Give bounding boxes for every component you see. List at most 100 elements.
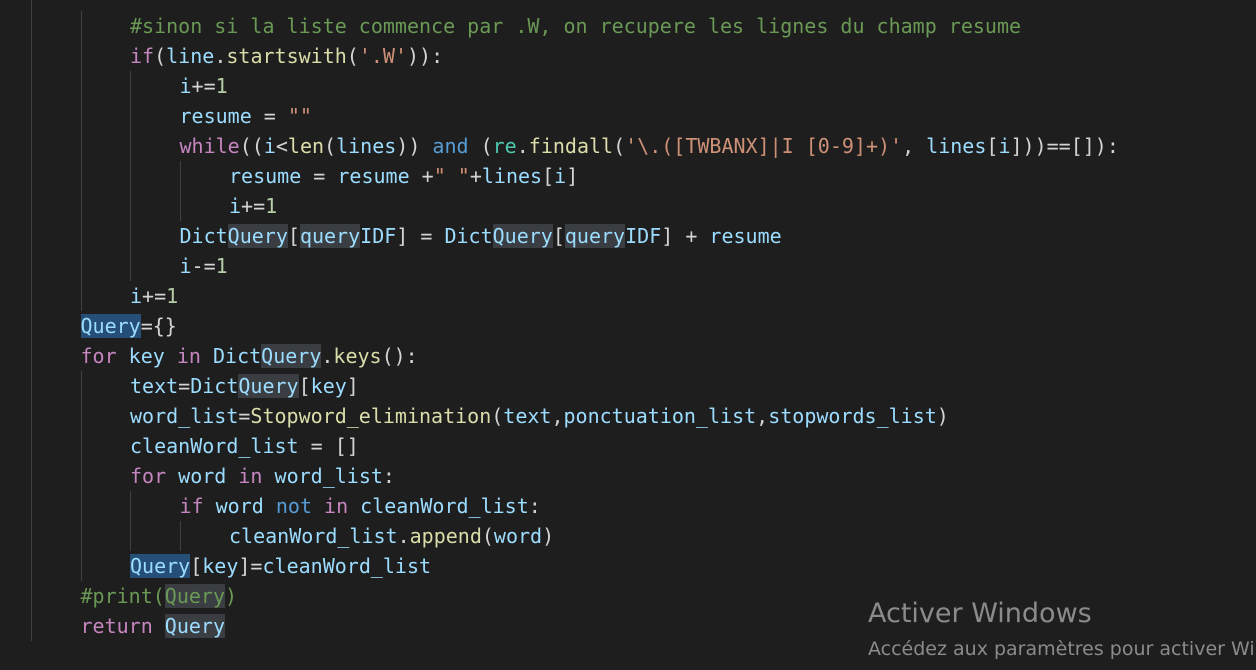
code-token: len xyxy=(287,134,325,158)
code-token: IDF xyxy=(625,224,662,248)
code-editor[interactable]: #sinon si la liste commence par .W, on r… xyxy=(0,0,1256,670)
code-token: ) xyxy=(936,404,949,428)
code-token: for xyxy=(130,464,167,488)
code-token: 1 xyxy=(215,74,228,98)
code-token: = xyxy=(178,374,191,398)
code-token: Stopword_elimination xyxy=(250,404,492,428)
code-token: '\.([TWBANX]|I [0-9]+)' xyxy=(625,134,903,158)
code-token: keys xyxy=(333,344,382,368)
indent-guide xyxy=(130,71,131,281)
code-token: = [] xyxy=(298,434,359,458)
code-line[interactable]: Query[key]=cleanWord_list xyxy=(130,551,431,581)
code-token: Query xyxy=(80,314,141,338)
code-token: query xyxy=(564,224,626,248)
code-token: ) xyxy=(542,524,555,548)
code-token: Dict xyxy=(190,374,239,398)
code-token: findall xyxy=(528,134,614,158)
code-line[interactable]: for key in DictQuery.keys(): xyxy=(81,341,418,371)
code-token: ] + xyxy=(661,224,710,248)
code-token: resume xyxy=(337,164,410,188)
code-token: Dict xyxy=(444,224,493,248)
code-line[interactable]: cleanWord_list.append(word) xyxy=(229,521,554,551)
code-token: query xyxy=(299,224,361,248)
code-token: ( xyxy=(154,44,167,68)
code-token: += xyxy=(241,194,266,218)
code-token: ]= xyxy=(238,554,263,578)
code-token: ] = xyxy=(396,224,445,248)
code-token: resume xyxy=(179,104,252,128)
code-token: word xyxy=(178,464,227,488)
code-token: ( xyxy=(468,134,493,158)
code-token: : xyxy=(382,464,395,488)
code-line[interactable]: i+=1 xyxy=(180,71,228,101)
code-token: ] xyxy=(346,374,359,398)
code-line[interactable]: DictQuery[queryIDF] = DictQuery[queryIDF… xyxy=(180,221,782,251)
code-token: . xyxy=(516,134,529,158)
code-token: if xyxy=(179,494,204,518)
code-token: )) xyxy=(396,134,433,158)
code-token: ( xyxy=(346,44,359,68)
code-token: word_list xyxy=(274,464,383,488)
code-token: append xyxy=(409,524,482,548)
code-line[interactable]: return Query xyxy=(81,611,226,641)
code-line[interactable]: cleanWord_list = [] xyxy=(130,431,359,461)
code-line[interactable]: if word not in cleanWord_list: xyxy=(180,491,541,521)
code-token: i xyxy=(229,194,242,218)
code-token: " " xyxy=(433,164,470,188)
code-token: Query xyxy=(227,224,288,248)
code-token: Dict xyxy=(212,344,262,368)
code-token: i xyxy=(554,164,567,188)
code-token: 1 xyxy=(215,254,228,278)
indent-guide xyxy=(80,371,82,581)
windows-activation-watermark: Activer Windows Accédez aux paramètres p… xyxy=(868,596,1256,664)
code-line[interactable]: resume = resume +" "+lines[i] xyxy=(229,161,578,191)
code-token: in xyxy=(324,494,349,518)
code-line[interactable]: resume = "" xyxy=(180,101,312,131)
code-token: ) xyxy=(225,584,238,608)
code-token: , xyxy=(756,404,769,428)
code-line[interactable]: text=DictQuery[key] xyxy=(130,371,359,401)
code-token: 1 xyxy=(265,194,278,218)
code-token: )): xyxy=(407,44,444,68)
code-line[interactable]: if(line.startswith('.W')): xyxy=(130,41,443,71)
code-token: [ xyxy=(986,134,999,158)
code-line[interactable]: #print(Query) xyxy=(81,581,238,611)
code-token: and xyxy=(432,134,469,158)
code-token: = xyxy=(301,164,338,188)
code-token: = xyxy=(238,404,251,428)
indent-guide xyxy=(80,11,82,311)
code-token: [ xyxy=(552,224,565,248)
code-token: i xyxy=(130,284,143,308)
code-token: i xyxy=(998,134,1011,158)
code-token: ]))==[]): xyxy=(1010,134,1119,158)
code-token: lines xyxy=(926,134,987,158)
code-token: "" xyxy=(287,104,312,128)
code-token: (( xyxy=(239,134,264,158)
code-line[interactable]: Query={} xyxy=(80,311,177,341)
code-line[interactable]: #sinon si la liste commence par .W, on r… xyxy=(130,11,1021,41)
code-line[interactable]: i-=1 xyxy=(180,251,228,281)
code-line[interactable]: word_list=Stopword_elimination(text,ponc… xyxy=(130,401,949,431)
code-token: [ xyxy=(287,224,300,248)
code-token: : xyxy=(528,494,541,518)
code-token: += xyxy=(191,74,216,98)
code-token: ={} xyxy=(140,314,177,338)
code-token: key xyxy=(202,554,239,578)
code-token: resume xyxy=(709,224,782,248)
code-line[interactable]: i+=1 xyxy=(229,191,277,221)
code-token: += xyxy=(142,284,167,308)
code-line[interactable]: while((i<len(lines)) and (re.findall('\.… xyxy=(180,131,1119,161)
code-token: + xyxy=(469,164,482,188)
code-line[interactable]: i+=1 xyxy=(130,281,178,311)
code-token: in xyxy=(238,464,263,488)
code-line[interactable]: for word in word_list: xyxy=(130,461,395,491)
code-token: for xyxy=(80,344,117,368)
code-token: cleanWord_list xyxy=(229,524,398,548)
